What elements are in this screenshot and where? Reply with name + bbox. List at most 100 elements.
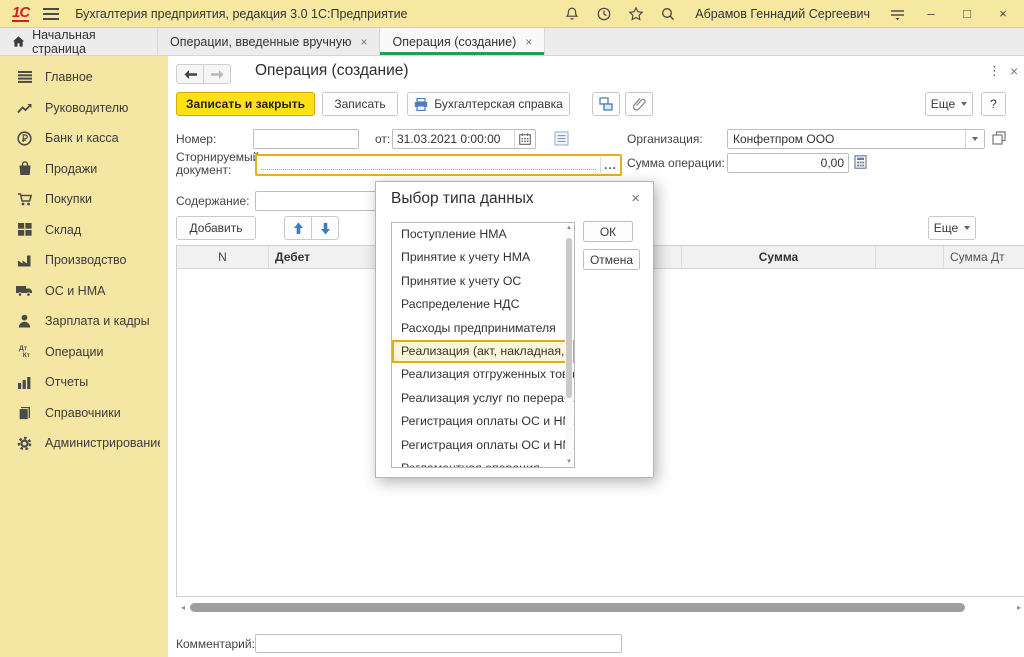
- tab-manual-operations[interactable]: Операции, введенные вручную ×: [158, 28, 380, 55]
- cancel-button[interactable]: Отмена: [583, 249, 640, 270]
- more-button-grid[interactable]: Еще: [928, 216, 976, 240]
- sidebar-item-zarplata-kadry[interactable]: Зарплата и кадры: [0, 306, 160, 337]
- sidebar-item-pokupki[interactable]: Покупки: [0, 184, 160, 215]
- calendar-icon[interactable]: [514, 130, 535, 148]
- list-item[interactable]: Реализация услуг по перераб...: [392, 387, 574, 410]
- combo-dropdown-icon[interactable]: [965, 130, 984, 148]
- chevron-down-icon: [961, 102, 967, 106]
- list-item[interactable]: Расходы предпринимателя: [392, 317, 574, 340]
- help-button[interactable]: ?: [981, 92, 1006, 116]
- sidebar-item-rukovoditelyu[interactable]: Руководителю: [0, 93, 160, 124]
- move-up-button[interactable]: [284, 216, 312, 240]
- tab-operation-create[interactable]: Операция (создание) ×: [380, 28, 545, 55]
- sidebar-item-otchety[interactable]: Отчеты: [0, 367, 160, 398]
- list-item[interactable]: Принятие к учету НМА: [392, 246, 574, 269]
- list-item[interactable]: Регламентная операция: [392, 457, 574, 468]
- form-title: Операция (создание): [255, 62, 409, 80]
- horizontal-scrollbar[interactable]: ◂ ▸: [176, 602, 1024, 613]
- app-title: Бухгалтерия предприятия, редакция 3.0 1С…: [75, 7, 407, 21]
- date-field[interactable]: [392, 129, 536, 149]
- list-item-selected[interactable]: Реализация (акт, накладная, У...: [392, 340, 574, 363]
- add-row-button[interactable]: Добавить: [176, 216, 256, 240]
- tab-label: Операции, введенные вручную: [170, 35, 351, 49]
- column-header-n[interactable]: N: [177, 246, 269, 268]
- comment-input[interactable]: [255, 634, 622, 653]
- minimize-icon[interactable]: –: [920, 6, 942, 21]
- trend-icon: [16, 100, 33, 116]
- service-menu-icon[interactable]: [888, 5, 906, 23]
- attachments-button[interactable]: [625, 92, 653, 116]
- search-icon[interactable]: [659, 5, 677, 23]
- choose-button[interactable]: ...: [600, 157, 620, 173]
- scrollbar-thumb[interactable]: [566, 238, 572, 398]
- data-type-list[interactable]: Поступление НМА Принятие к учету НМА При…: [391, 222, 575, 468]
- list-item[interactable]: Поступление НМА: [392, 223, 574, 246]
- tab-label: Начальная страница: [32, 28, 145, 56]
- date-input[interactable]: [393, 132, 514, 146]
- save-button[interactable]: Записать: [322, 92, 398, 116]
- organization-combo[interactable]: [727, 129, 985, 149]
- content-label: Содержание:: [176, 194, 249, 208]
- operation-sum-label: Сумма операции:: [627, 156, 725, 170]
- back-button[interactable]: [176, 64, 204, 84]
- tab-home[interactable]: Начальная страница: [0, 28, 158, 55]
- favorites-icon[interactable]: [627, 5, 645, 23]
- notifications-icon[interactable]: [563, 5, 581, 23]
- scroll-left-icon[interactable]: ◂: [176, 603, 190, 612]
- close-tab-icon[interactable]: ×: [360, 35, 367, 49]
- close-tab-icon[interactable]: ×: [525, 35, 532, 49]
- accounting-reference-button[interactable]: Бухгалтерская справка: [407, 92, 570, 116]
- dialog-close-icon[interactable]: ×: [631, 190, 640, 207]
- scroll-up-icon[interactable]: ▲: [565, 225, 573, 231]
- forward-button[interactable]: [203, 64, 231, 84]
- list-item[interactable]: Распределение НДС: [392, 293, 574, 316]
- more-button-toolbar[interactable]: Еще: [925, 92, 973, 116]
- sidebar-item-operacii[interactable]: Дт Кт Операции: [0, 337, 160, 368]
- column-header-summa-dt[interactable]: Сумма Дт: [944, 246, 1024, 268]
- list-item[interactable]: Регистрация оплаты ОС и НМ...: [392, 434, 574, 457]
- move-down-button[interactable]: [311, 216, 339, 240]
- sidebar-item-os-nma[interactable]: ОС и НМА: [0, 276, 160, 307]
- open-item-icon[interactable]: [992, 131, 1006, 145]
- save-close-button[interactable]: Записать и закрыть: [176, 92, 315, 116]
- books-icon: [16, 405, 33, 421]
- calculator-icon[interactable]: [854, 155, 867, 169]
- list-item[interactable]: Реализация отгруженных това...: [392, 363, 574, 386]
- list-item[interactable]: Принятие к учету ОС: [392, 270, 574, 293]
- shopping-bag-icon: [16, 161, 33, 177]
- sidebar-item-sklad[interactable]: Склад: [0, 215, 160, 246]
- storage-grid-icon: [16, 222, 33, 238]
- column-header-summa[interactable]: Сумма: [682, 246, 876, 268]
- sidebar-item-glavnoe[interactable]: Главное: [0, 62, 160, 93]
- organization-input[interactable]: [728, 132, 965, 146]
- number-input[interactable]: [253, 129, 359, 149]
- maximize-icon[interactable]: □: [956, 6, 978, 21]
- scroll-down-icon[interactable]: ▼: [565, 459, 573, 465]
- truck-icon: [16, 283, 33, 299]
- scroll-right-icon[interactable]: ▸: [1012, 603, 1024, 612]
- operation-sum-input[interactable]: [727, 153, 849, 173]
- history-icon[interactable]: [595, 5, 613, 23]
- current-user[interactable]: Абрамов Геннадий Сергеевич: [695, 7, 870, 21]
- scrollbar-thumb[interactable]: [190, 603, 965, 612]
- sidebar-item-prodazhi[interactable]: Продажи: [0, 154, 160, 185]
- list-item[interactable]: Регистрация оплаты ОС и НМ...: [392, 410, 574, 433]
- sections-icon: [16, 69, 33, 85]
- sidebar-item-bank-kassa[interactable]: Банк и касса: [0, 123, 160, 154]
- close-window-icon[interactable]: ×: [992, 6, 1014, 21]
- document-structure-button[interactable]: [592, 92, 620, 116]
- document-list-icon[interactable]: [554, 131, 569, 146]
- kebab-menu-icon[interactable]: ⋮: [988, 63, 1001, 79]
- close-form-icon[interactable]: ×: [1010, 63, 1018, 79]
- list-vertical-scrollbar[interactable]: ▲ ▼: [565, 224, 573, 466]
- sidebar-item-spravochniki[interactable]: Справочники: [0, 398, 160, 429]
- main-menu-icon[interactable]: [43, 8, 59, 20]
- bar-chart-icon: [16, 374, 33, 390]
- sidebar-item-administrirovanie[interactable]: Администрирование: [0, 428, 160, 459]
- storno-document-field[interactable]: ...: [255, 154, 622, 176]
- ruble-coin-icon: [16, 130, 33, 146]
- column-header-empty[interactable]: [876, 246, 944, 268]
- chevron-down-icon: [964, 226, 970, 230]
- ok-button[interactable]: ОК: [583, 221, 633, 242]
- sidebar-item-proizvodstvo[interactable]: Производство: [0, 245, 160, 276]
